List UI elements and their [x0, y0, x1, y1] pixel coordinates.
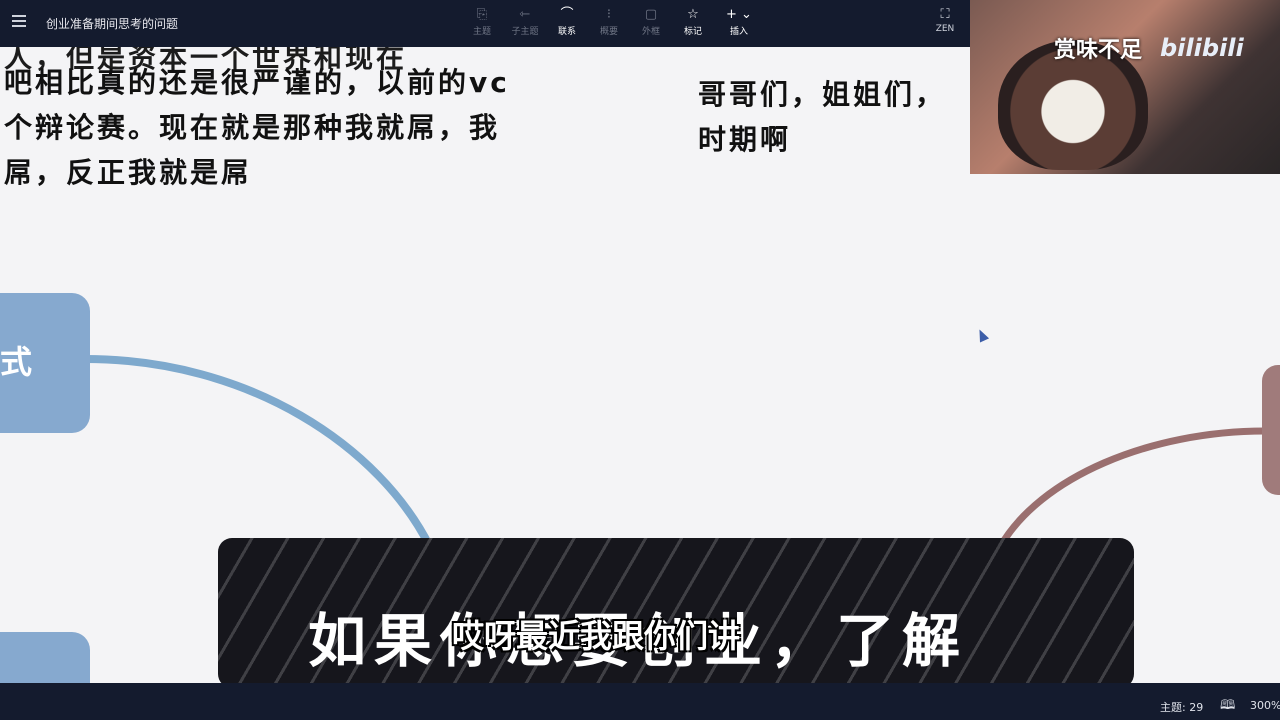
note-text-right-2: 时期啊	[698, 123, 792, 156]
left-branch-line	[81, 355, 434, 551]
summary-icon: ⁝	[606, 7, 612, 22]
marker-icon: ☆	[687, 7, 699, 22]
right-branch-line	[996, 427, 1269, 551]
topic-button[interactable]: ⎘ 主题	[460, 6, 504, 37]
right-node-shape	[1262, 365, 1280, 495]
note-text-line-2: 个辩论赛。现在就是那种我就屌，我	[4, 111, 501, 144]
left-node-label[interactable]: 式	[0, 337, 32, 383]
note-text-line-3: 屌，反正我就是屌	[4, 156, 253, 189]
note-text-line-1: 吧相比真的还是很严谨的，以前的vc	[4, 66, 510, 99]
topic-icon: ⎘	[476, 7, 488, 22]
topic-count: 主题: 29	[1160, 701, 1204, 714]
bilibili-logo: bilibili	[1160, 34, 1244, 62]
status-bar: 主题: 29 🕮 300%	[0, 683, 1280, 720]
webcam-caption: 赏味不足	[1054, 38, 1143, 63]
subtopic-icon: ⇽	[519, 7, 531, 22]
outline-icon[interactable]: 🕮	[1220, 696, 1235, 718]
fullscreen-icon: ⛶	[940, 7, 950, 22]
subtopic-button[interactable]: ⇽ 子主题	[503, 6, 547, 37]
zen-mode-button[interactable]: ⛶ ZEN	[930, 6, 960, 34]
webcam-overlay: 赏味不足 bilibili	[970, 0, 1280, 174]
document-title: 创业准备期间思考的问题	[46, 17, 179, 31]
insert-button[interactable]: + ⌄ 插入	[717, 6, 761, 37]
relationship-icon: ⌒	[560, 7, 574, 22]
video-subtitle: 哎呀最近我跟你们讲	[452, 617, 741, 655]
relationship-button[interactable]: ⌒ 联系	[545, 6, 589, 37]
summary-button[interactable]: ⁝ 概要	[587, 6, 631, 37]
insert-icon: + ⌄	[726, 7, 752, 22]
boundary-button[interactable]: ▢ 外框	[629, 6, 673, 37]
note-text-right-1: 哥哥们，姐姐们，	[698, 78, 947, 111]
zoom-level[interactable]: 300%	[1250, 699, 1280, 712]
marker-button[interactable]: ☆ 标记	[671, 6, 715, 37]
boundary-icon: ▢	[644, 7, 658, 22]
left-bottom-node-shape	[0, 632, 90, 683]
menu-icon[interactable]	[12, 15, 26, 27]
